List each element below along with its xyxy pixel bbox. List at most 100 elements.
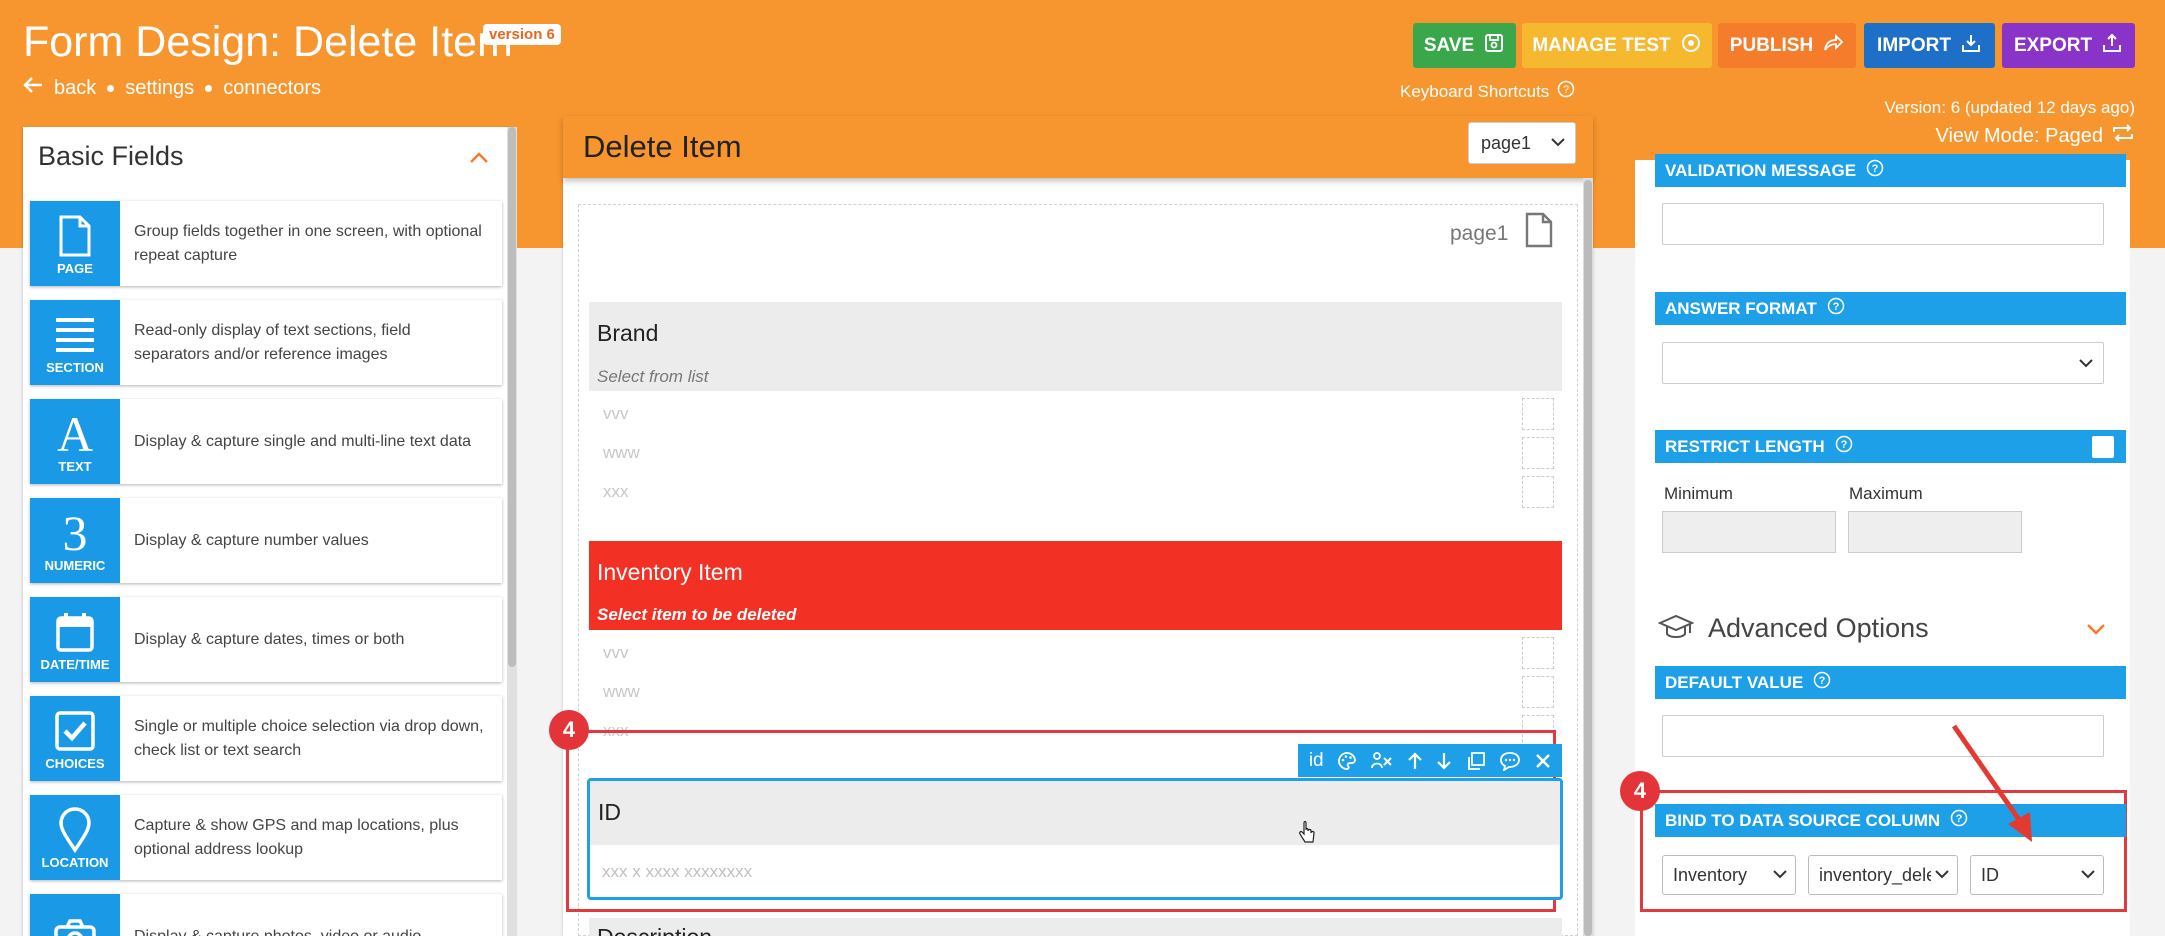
field-type-page[interactable]: PAGE Group fields together in one screen… <box>30 201 502 286</box>
field-description: Group fields together in one screen, wit… <box>134 223 482 264</box>
maximum-input[interactable] <box>1848 511 2022 553</box>
select-value: inventory_delete <box>1819 864 1931 885</box>
field-description: Display & capture number values <box>134 531 369 549</box>
form-scroll-thumb[interactable] <box>1584 180 1592 936</box>
keyboard-shortcuts-link[interactable]: Keyboard Shortcuts ? <box>1400 80 1575 103</box>
field-type-location[interactable]: LOCATION Capture & show GPS and map loca… <box>30 795 502 880</box>
annotation-arrow-icon <box>1951 724 2032 842</box>
validation-message-input[interactable] <box>1662 203 2104 245</box>
comment-icon[interactable] <box>1499 751 1521 771</box>
close-icon[interactable] <box>1535 753 1551 769</box>
panel-title: Basic Fields <box>38 141 184 171</box>
publish-label: PUBLISH <box>1729 34 1814 56</box>
section-label: ANSWER FORMAT <box>1665 298 1817 318</box>
field-tile: DATE/TIME <box>30 597 120 682</box>
description-field[interactable]: Description <box>589 918 1562 936</box>
answer-format-header: ANSWER FORMAT ? <box>1655 292 2126 325</box>
id-field-header <box>590 781 1560 845</box>
chevron-down-icon <box>1773 870 1787 879</box>
field-tile-label: PAGE <box>57 261 93 276</box>
location-pin-icon <box>58 805 92 855</box>
minimum-input[interactable] <box>1662 511 1836 553</box>
inventory-item-title: Inventory Item <box>597 559 743 585</box>
copy-icon[interactable] <box>1466 751 1486 771</box>
field-id-label[interactable]: id <box>1309 750 1324 772</box>
page-title: Form Design: Delete Item <box>23 18 513 66</box>
help-circle-icon[interactable]: ? <box>1827 297 1845 320</box>
view-mode-label: View Mode: Paged <box>1935 124 2103 147</box>
connectors-link[interactable]: connectors <box>223 77 321 100</box>
field-type-text[interactable]: A TEXT Display & capture single and mult… <box>30 399 502 484</box>
option-checkbox[interactable] <box>1522 398 1554 430</box>
chevron-down-icon <box>2079 359 2093 368</box>
field-tile: LOCATION <box>30 795 120 880</box>
chevron-down-icon[interactable] <box>2086 622 2106 640</box>
settings-link[interactable]: settings <box>125 77 194 100</box>
field-tile-label: CHOICES <box>45 756 105 771</box>
svg-text:?: ? <box>1563 84 1569 96</box>
form-header: Delete Item page1 <box>563 116 1593 178</box>
option-checkbox[interactable] <box>1522 637 1554 669</box>
restrict-length-checkbox[interactable] <box>2092 436 2114 458</box>
brand-option: www <box>603 443 640 462</box>
data-table-select[interactable]: inventory_delete <box>1808 855 1958 895</box>
arrow-up-icon[interactable] <box>1407 751 1423 771</box>
id-field[interactable]: ID xxx x xxxx xxxxxxxx <box>587 778 1563 900</box>
manage-test-label: MANAGE TEST <box>1532 34 1671 56</box>
chevron-down-icon <box>2081 870 2095 879</box>
answer-format-select[interactable] <box>1662 342 2104 384</box>
option-checkbox[interactable] <box>1522 476 1554 508</box>
data-column-select[interactable]: ID <box>1970 855 2104 895</box>
field-type-choices[interactable]: CHOICES Single or multiple choice select… <box>30 696 502 781</box>
breadcrumb: back settings connectors <box>23 76 321 100</box>
back-link[interactable]: back <box>54 77 96 100</box>
palette-icon[interactable] <box>1337 751 1357 771</box>
manage-test-button[interactable]: MANAGE TEST <box>1522 23 1712 68</box>
inventory-item-field[interactable]: Inventory Item Select item to be deleted <box>589 541 1562 630</box>
export-label: EXPORT <box>2013 34 2093 56</box>
help-circle-icon[interactable]: ? <box>1866 159 1884 182</box>
help-circle-icon[interactable]: ? <box>1835 435 1853 458</box>
left-panel-scroll-thumb[interactable] <box>508 127 516 667</box>
calendar-icon <box>55 607 95 657</box>
brand-subtitle: Select from list <box>597 367 709 386</box>
save-button[interactable]: SAVE <box>1413 23 1516 68</box>
svg-text:?: ? <box>1840 439 1847 451</box>
people-logic-icon[interactable] <box>1370 751 1393 771</box>
chevron-up-icon[interactable] <box>469 151 489 169</box>
brand-option: vvv <box>603 404 629 423</box>
arrow-down-icon[interactable] <box>1436 751 1452 771</box>
select-value: ID <box>1981 864 1999 885</box>
back-arrow-icon[interactable] <box>23 76 43 100</box>
help-circle-icon[interactable]: ? <box>1813 671 1831 694</box>
field-tile <box>30 894 120 936</box>
field-tile-label: SECTION <box>46 360 104 375</box>
annotation-step-badge: 4 <box>1620 771 1660 811</box>
field-type-datetime[interactable]: DATE/TIME Display & capture dates, times… <box>30 597 502 682</box>
version-badge: version 6 <box>483 24 561 45</box>
field-tile-label: TEXT <box>58 459 92 474</box>
import-button[interactable]: IMPORT <box>1864 23 1995 68</box>
field-description: Display & capture dates, times or both <box>134 630 405 648</box>
id-field-title: ID <box>598 799 621 825</box>
brand-field[interactable]: Brand Select from list <box>589 302 1562 391</box>
document-icon <box>1525 212 1553 253</box>
page-select[interactable]: page1 <box>1468 122 1576 164</box>
data-source-select[interactable]: Inventory <box>1662 855 1796 895</box>
option-checkbox[interactable] <box>1522 437 1554 469</box>
advanced-options-title[interactable]: Advanced Options <box>1708 613 1929 644</box>
field-type-section[interactable]: SECTION Read-only display of text sectio… <box>30 300 502 385</box>
brand-option: xxx <box>603 482 629 501</box>
publish-button[interactable]: PUBLISH <box>1718 23 1856 68</box>
section-label: RESTRICT LENGTH <box>1665 436 1825 456</box>
option-checkbox[interactable] <box>1522 676 1554 708</box>
basic-fields-panel: Basic Fields PAGE Group fields together … <box>23 127 507 936</box>
svg-text:?: ? <box>1819 675 1826 687</box>
view-mode-toggle[interactable]: View Mode: Paged <box>1935 122 2135 150</box>
field-tile: CHOICES <box>30 696 120 781</box>
field-type-numeric[interactable]: 3 NUMERIC Display & capture number value… <box>30 498 502 583</box>
validation-message-header: VALIDATION MESSAGE ? <box>1655 154 2126 187</box>
field-type-media[interactable]: Display & capture photos, video or audio <box>30 894 502 936</box>
export-button[interactable]: EXPORT <box>2002 23 2135 68</box>
maximum-label: Maximum <box>1849 484 1923 503</box>
